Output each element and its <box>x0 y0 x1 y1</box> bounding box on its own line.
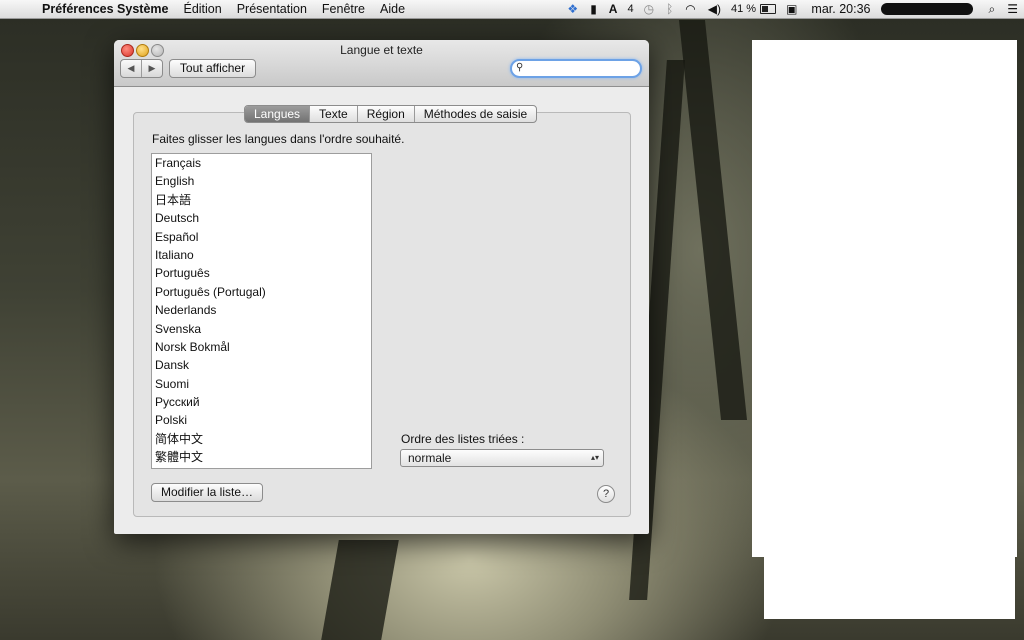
back-forward-control: ◀ ▶ <box>120 59 163 78</box>
language-item[interactable]: Suomi <box>152 375 371 393</box>
language-item[interactable]: Português <box>152 264 371 282</box>
window-title: Langue et texte <box>340 43 423 57</box>
language-item[interactable]: Dansk <box>152 356 371 374</box>
language-item[interactable]: 繁體中文 <box>152 448 371 466</box>
dropbox-icon[interactable]: ❖ <box>567 2 578 16</box>
menu-view[interactable]: Présentation <box>237 2 307 16</box>
language-item[interactable]: Svenska <box>152 320 371 338</box>
menu-bar: Préférences Système Édition Présentation… <box>0 0 1024 19</box>
language-item[interactable]: English <box>152 172 371 190</box>
instruction-text: Faites glisser les langues dans l'ordre … <box>152 132 405 146</box>
menu-help[interactable]: Aide <box>380 2 405 16</box>
search-icon: ⚲ <box>516 62 524 73</box>
battery-icon[interactable] <box>760 4 777 14</box>
wifi-icon[interactable]: ◠ <box>685 2 695 16</box>
bookmark-icon[interactable]: ▮ <box>590 2 597 16</box>
language-item[interactable]: Deutsch <box>152 209 371 227</box>
language-item[interactable]: Nederlands <box>152 301 371 319</box>
sort-order-label: Ordre des listes triées : <box>401 432 525 446</box>
time-machine-icon[interactable]: ◷ <box>644 2 654 16</box>
battery-percent[interactable]: 41 % <box>731 3 756 15</box>
preferences-window: Langue et texte ◀ ▶ Tout afficher ⚲ Lang… <box>114 40 649 534</box>
menubar-clock[interactable]: mar. 20:36 <box>811 2 870 16</box>
notification-count: 4 <box>627 3 634 15</box>
language-item[interactable]: Español <box>152 228 371 246</box>
status-area: ❖ ▮ A 4 ◷ ᛒ ◠ ◀) 41 % ▣ mar. 20:36 ⌕ ☰ <box>561 0 1024 18</box>
volume-icon[interactable]: ◀) <box>708 2 721 16</box>
tab-region[interactable]: Région <box>358 106 415 122</box>
user-name-redacted[interactable] <box>880 3 973 15</box>
tab-languages[interactable]: Langues <box>245 106 311 122</box>
language-item[interactable]: Français <box>152 154 371 172</box>
app-menu[interactable]: Préférences Système <box>42 2 168 16</box>
tab-text[interactable]: Texte <box>310 106 358 122</box>
search-field[interactable]: ⚲ <box>510 59 642 78</box>
language-item[interactable]: Русский <box>152 393 371 411</box>
redacted-area <box>764 555 1015 619</box>
language-item[interactable]: Português (Portugal) <box>152 283 371 301</box>
show-all-button[interactable]: Tout afficher <box>169 59 256 78</box>
back-arrow-icon[interactable]: ◀ <box>121 60 142 77</box>
language-item[interactable]: Italiano <box>152 246 371 264</box>
popup-arrows-icon: ▴▾ <box>590 453 599 462</box>
language-item[interactable]: Norsk Bokmål <box>152 338 371 356</box>
bluetooth-icon[interactable]: ᛒ <box>666 2 673 16</box>
notification-center-icon[interactable]: ☰ <box>1007 2 1018 16</box>
window-toolbar: Langue et texte ◀ ▶ Tout afficher ⚲ <box>114 40 649 87</box>
menu-window[interactable]: Fenêtre <box>322 2 365 16</box>
tab-bar: Langues Texte Région Méthodes de saisie <box>244 105 538 123</box>
language-item[interactable]: Polski <box>152 411 371 429</box>
adobe-icon[interactable]: A <box>609 2 618 16</box>
calendar-icon[interactable]: ▣ <box>786 2 797 16</box>
language-item[interactable]: 日本語 <box>152 191 371 209</box>
forward-arrow-icon[interactable]: ▶ <box>142 60 162 77</box>
sort-order-select[interactable]: normale ▴▾ <box>400 449 604 467</box>
tab-input-sources[interactable]: Méthodes de saisie <box>415 106 536 122</box>
background-tree <box>321 540 399 640</box>
language-item[interactable]: 简体中文 <box>152 430 371 448</box>
help-button[interactable]: ? <box>597 485 615 503</box>
language-list[interactable]: Français English 日本語 Deutsch Español Ita… <box>151 153 372 469</box>
search-input[interactable] <box>528 61 634 76</box>
redacted-area <box>752 40 1017 557</box>
background-tree <box>678 20 748 420</box>
menu-edit[interactable]: Édition <box>183 2 221 16</box>
sort-order-value: normale <box>408 451 452 465</box>
modify-list-button[interactable]: Modifier la liste… <box>151 483 263 502</box>
spotlight-icon[interactable]: ⌕ <box>989 2 996 17</box>
